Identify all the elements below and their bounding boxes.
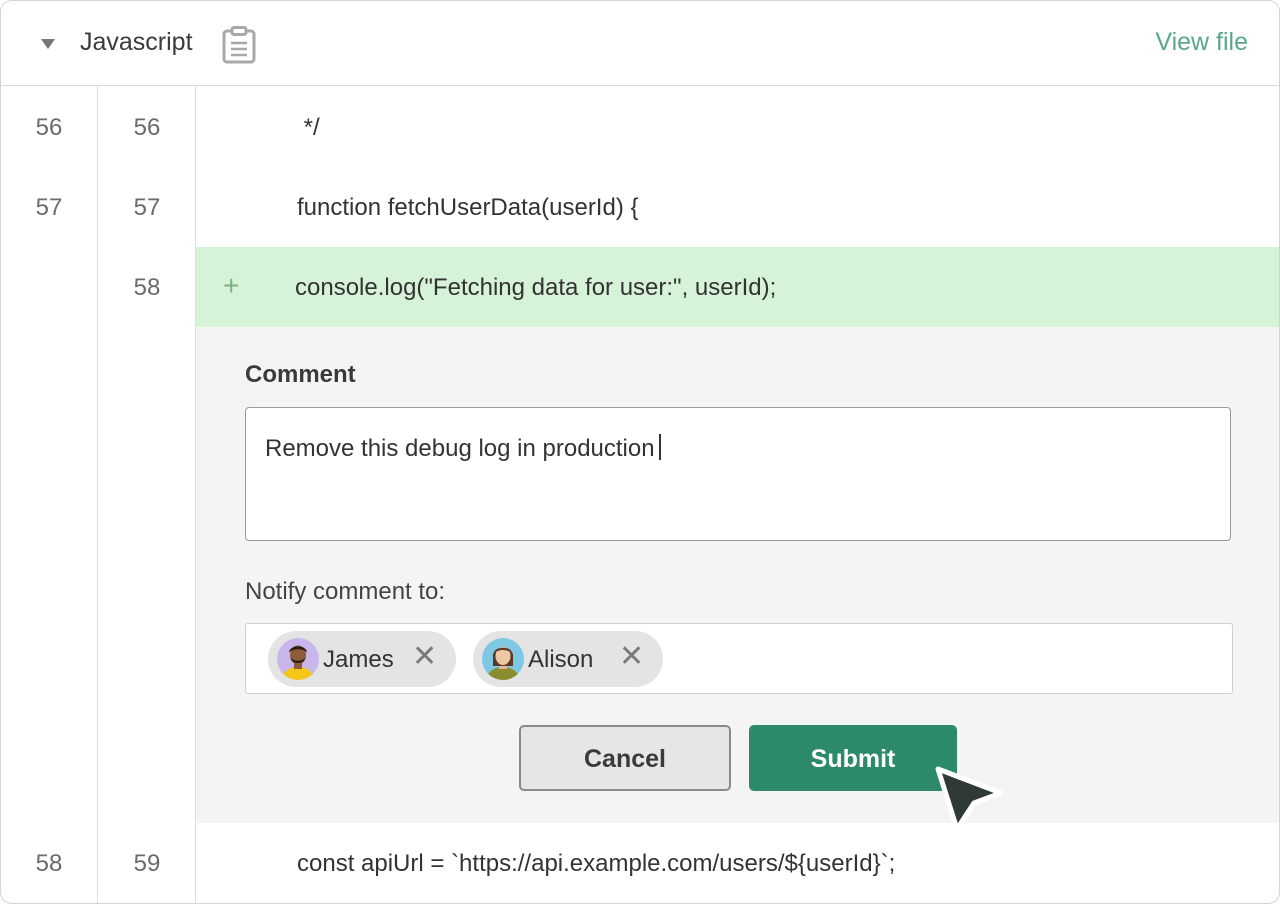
recipient-chip-alison: Alison ✕ bbox=[473, 631, 663, 687]
comment-text-wrap: Remove this debug log in production bbox=[265, 434, 661, 463]
old-line-number: 57 bbox=[35, 194, 63, 221]
old-line-number: 58 bbox=[35, 850, 63, 877]
close-icon[interactable]: ✕ bbox=[412, 640, 437, 674]
code-line: */ bbox=[297, 114, 320, 141]
avatar-alison bbox=[482, 638, 524, 680]
file-language: Javascript bbox=[80, 28, 193, 56]
comment-label: Comment bbox=[245, 361, 356, 388]
cancel-button[interactable]: Cancel bbox=[519, 725, 731, 791]
notify-label: Notify comment to: bbox=[245, 578, 446, 605]
comment-panel: Comment Remove this debug log in product… bbox=[196, 327, 1279, 823]
new-line-number: 59 bbox=[133, 850, 161, 877]
submit-button[interactable]: Submit bbox=[749, 725, 957, 791]
recipient-name: Alison bbox=[528, 646, 594, 673]
gutter-divider bbox=[97, 86, 98, 903]
clipboard-icon[interactable] bbox=[222, 26, 256, 64]
text-cursor bbox=[658, 434, 661, 460]
view-file-link[interactable]: View file bbox=[1155, 28, 1248, 57]
new-line-number: 58 bbox=[133, 274, 161, 301]
new-line-number: 56 bbox=[133, 114, 161, 141]
new-line-number: 57 bbox=[133, 194, 161, 221]
collapse-caret-icon[interactable] bbox=[41, 39, 55, 49]
old-line-number: 56 bbox=[35, 114, 63, 141]
avatar-james bbox=[277, 638, 319, 680]
code-line-added: console.log("Fetching data for user:", u… bbox=[295, 274, 777, 301]
code-line: function fetchUserData(userId) { bbox=[297, 194, 639, 221]
added-line-marker: + bbox=[223, 270, 240, 301]
comment-text: Remove this debug log in production bbox=[265, 435, 655, 462]
close-icon[interactable]: ✕ bbox=[619, 640, 644, 674]
mouse-pointer-icon bbox=[935, 766, 1004, 832]
file-header: Javascript View file bbox=[1, 1, 1279, 86]
code-line: const apiUrl = `https://api.example.com/… bbox=[297, 850, 896, 877]
recipient-chip-james: James ✕ bbox=[268, 631, 456, 687]
code-diff-viewer: Javascript View file 56 56 */ 57 57 func… bbox=[0, 0, 1280, 904]
recipient-name: James bbox=[323, 646, 394, 673]
comment-textarea[interactable]: Remove this debug log in production bbox=[245, 407, 1231, 541]
recipients-input[interactable]: James ✕ Alison ✕ bbox=[245, 623, 1233, 694]
